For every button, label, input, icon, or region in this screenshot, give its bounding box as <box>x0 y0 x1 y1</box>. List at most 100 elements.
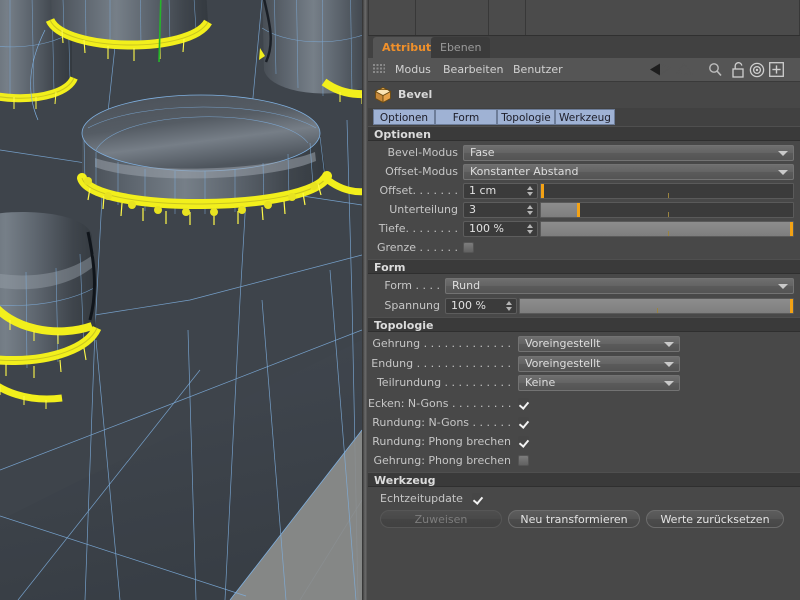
spinner-spannung[interactable] <box>505 300 513 312</box>
target-icon[interactable] <box>749 62 765 78</box>
spinner-tiefe[interactable] <box>526 223 534 235</box>
back-arrow-icon[interactable] <box>649 62 671 77</box>
input-unterteilung[interactable]: 3 <box>463 202 538 218</box>
dock-cell-1 <box>368 0 416 35</box>
spinner-down-icon <box>527 192 533 196</box>
row-tiefe: Tiefe. . . . . . . . 100 % <box>368 219 800 238</box>
spinner-offset[interactable] <box>526 185 534 197</box>
label-endung: Endung . . . . . . . . . . . . . . <box>371 357 511 370</box>
label-offset: Offset. . . . . . . <box>379 184 458 197</box>
row-gehrung-phong: Gehrung: Phong brechen <box>368 451 800 470</box>
attribute-manager-panel: Attribute Ebenen Modus Bearbeiten Benutz… <box>368 0 800 600</box>
menu-item-modus[interactable]: Modus <box>390 58 436 81</box>
chevron-down-icon <box>778 151 788 156</box>
chevron-down-icon <box>664 342 674 347</box>
button-neu-transformieren[interactable]: Neu transformieren <box>508 510 640 528</box>
tab-topologie[interactable]: Topologie <box>497 109 555 125</box>
label-bevel-modus: Bevel-Modus <box>387 146 458 159</box>
spinner-up-icon <box>527 205 533 209</box>
bevel-object-icon <box>374 86 392 104</box>
section-header-werkzeug: Werkzeug <box>368 472 800 487</box>
section-header-optionen: Optionen <box>368 126 800 141</box>
menu-item-bearbeiten[interactable]: Bearbeiten <box>438 58 508 81</box>
input-offset[interactable]: 1 cm <box>463 183 538 199</box>
input-spannung-value: 100 % <box>451 299 486 312</box>
row-grenze: Grenze . . . . . . <box>368 238 800 257</box>
input-tiefe-value: 100 % <box>469 222 504 235</box>
checkbox-gehrung-phong[interactable] <box>518 455 529 466</box>
dropdown-bevel-modus[interactable]: Fase <box>463 145 794 161</box>
dropdown-bevel-modus-value: Fase <box>470 146 495 159</box>
label-offset-modus: Offset-Modus <box>385 165 458 178</box>
attribute-menubar: Modus Bearbeiten Benutzer <box>368 58 800 82</box>
chevron-down-icon <box>664 381 674 386</box>
slider-unterteilung-knob[interactable] <box>577 203 580 217</box>
section-header-topologie: Topologie <box>368 317 800 332</box>
dropdown-endung[interactable]: Voreingestellt <box>518 356 680 372</box>
label-form: Form . . . . <box>384 279 440 292</box>
dropdown-form[interactable]: Rund <box>445 278 794 294</box>
dock-cell-3 <box>489 0 526 35</box>
spinner-up-icon <box>506 301 512 305</box>
label-ecken-ngons: Ecken: N-Gons . . . . . . . . . <box>368 397 511 410</box>
slider-tiefe-knob[interactable] <box>790 222 793 236</box>
forward-arrow-icon[interactable] <box>676 62 693 77</box>
label-gehrung-phong: Gehrung: Phong brechen <box>373 454 512 467</box>
label-unterteilung: Unterteilung <box>389 203 458 216</box>
tab-form[interactable]: Form <box>435 109 497 125</box>
slider-spannung-knob[interactable] <box>790 299 793 313</box>
dropdown-teilrundung[interactable]: Keine <box>518 375 680 391</box>
dropdown-offset-modus-value: Konstanter Abstand <box>470 165 579 178</box>
checkbox-rundung-phong[interactable] <box>518 436 529 447</box>
button-werte-zuruecksetzen[interactable]: Werte zurücksetzen <box>646 510 784 528</box>
row-unterteilung: Unterteilung 3 <box>368 200 800 219</box>
search-icon[interactable] <box>708 62 723 77</box>
label-echtzeitupdate: Echtzeitupdate <box>380 492 463 505</box>
slider-spannung[interactable] <box>519 298 794 314</box>
slider-offset-knob[interactable] <box>541 184 544 198</box>
grid-icon[interactable] <box>373 64 385 76</box>
slider-unterteilung-fill <box>541 203 579 217</box>
checkbox-ecken-ngons[interactable] <box>518 398 529 409</box>
section-header-form: Form <box>368 259 800 274</box>
row-spannung: Spannung 100 % <box>368 296 800 315</box>
tab-werkzeug[interactable]: Werkzeug <box>555 109 615 125</box>
dropdown-offset-modus[interactable]: Konstanter Abstand <box>463 164 794 180</box>
object-header: Bevel <box>368 82 800 108</box>
button-zuweisen[interactable]: Zuweisen <box>380 510 502 528</box>
slider-offset[interactable] <box>540 183 794 199</box>
cinema4d-window: Attribute Ebenen Modus Bearbeiten Benutz… <box>0 0 800 600</box>
slider-unterteilung[interactable] <box>540 202 794 218</box>
row-rundung-phong: Rundung: Phong brechen <box>368 432 800 451</box>
lock-icon[interactable] <box>731 62 745 78</box>
input-spannung[interactable]: 100 % <box>445 298 517 314</box>
menu-item-benutzer[interactable]: Benutzer <box>508 58 568 81</box>
dock-cell-4 <box>526 0 800 35</box>
spinner-down-icon <box>527 211 533 215</box>
3d-viewport[interactable] <box>0 0 362 600</box>
dropdown-endung-value: Voreingestellt <box>525 357 601 370</box>
checkbox-grenze[interactable] <box>463 242 474 253</box>
dock-tab-ebenen[interactable]: Ebenen <box>431 37 491 58</box>
checkbox-echtzeitupdate[interactable] <box>472 493 483 504</box>
label-gehrung: Gehrung . . . . . . . . . . . . . <box>372 337 511 350</box>
dropdown-teilrundung-value: Keine <box>525 376 556 389</box>
upper-dock-strip <box>368 0 800 36</box>
dropdown-gehrung[interactable]: Voreingestellt <box>518 336 680 352</box>
slider-tiefe-tick <box>668 231 669 236</box>
dock-cell-2 <box>416 0 489 35</box>
slider-tiefe[interactable] <box>540 221 794 237</box>
input-tiefe[interactable]: 100 % <box>463 221 538 237</box>
chevron-down-icon <box>664 362 674 367</box>
spinner-unterteilung[interactable] <box>526 204 534 216</box>
row-endung: Endung . . . . . . . . . . . . . . Vorei… <box>368 354 800 373</box>
plus-icon[interactable] <box>769 62 784 77</box>
row-echtzeitupdate: Echtzeitupdate <box>368 489 800 508</box>
label-tiefe: Tiefe. . . . . . . . <box>378 222 458 235</box>
label-rundung-phong: Rundung: Phong brechen <box>372 435 511 448</box>
row-tool-buttons: Zuweisen Neu transformieren Werte zurück… <box>368 509 800 531</box>
slider-offset-tick <box>668 193 669 198</box>
row-bevel-modus: Bevel-Modus Fase <box>368 143 800 162</box>
checkbox-rundung-ngons[interactable] <box>518 417 529 428</box>
tab-optionen[interactable]: Optionen <box>373 109 435 125</box>
